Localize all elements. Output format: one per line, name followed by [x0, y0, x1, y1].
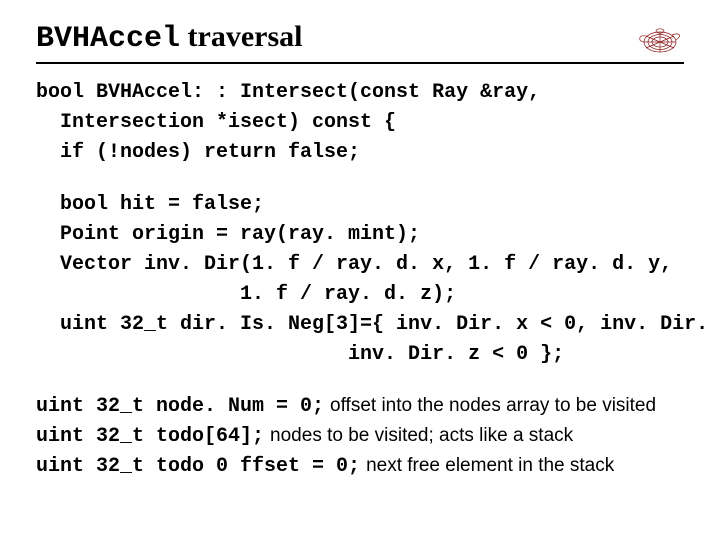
code-text: uint 32_t todo 0 ffset = 0;	[36, 455, 360, 478]
teapot-icon	[632, 20, 684, 56]
title-rest: traversal	[180, 20, 302, 53]
slide: BVHAccel traversal bool BVHAccel:	[0, 0, 720, 540]
annotated-block: uint 32_t node. Num = 0; offset into the …	[36, 392, 684, 482]
title-row: BVHAccel traversal	[36, 20, 684, 62]
annotation-text: nodes to be visited; acts like a stack	[270, 425, 573, 446]
annotation-text: next free element in the stack	[366, 455, 614, 476]
code-block-2: bool hit = false; Point origin = ray(ray…	[36, 190, 684, 370]
code-text: uint 32_t todo[64];	[36, 425, 264, 448]
code-block-1: bool BVHAccel: : Intersect(const Ray &ra…	[36, 78, 684, 168]
title-rule	[36, 62, 684, 64]
annotation-text: offset into the nodes array to be visite…	[330, 395, 656, 416]
code-line-todooffset: uint 32_t todo 0 ffset = 0; next free ele…	[36, 452, 684, 482]
title-mono: BVHAccel	[36, 22, 180, 56]
code-text: uint 32_t node. Num = 0;	[36, 395, 324, 418]
slide-title: BVHAccel traversal	[36, 20, 302, 56]
code-line-todo: uint 32_t todo[64]; nodes to be visited; …	[36, 422, 684, 452]
code-line-nodenum: uint 32_t node. Num = 0; offset into the …	[36, 392, 684, 422]
